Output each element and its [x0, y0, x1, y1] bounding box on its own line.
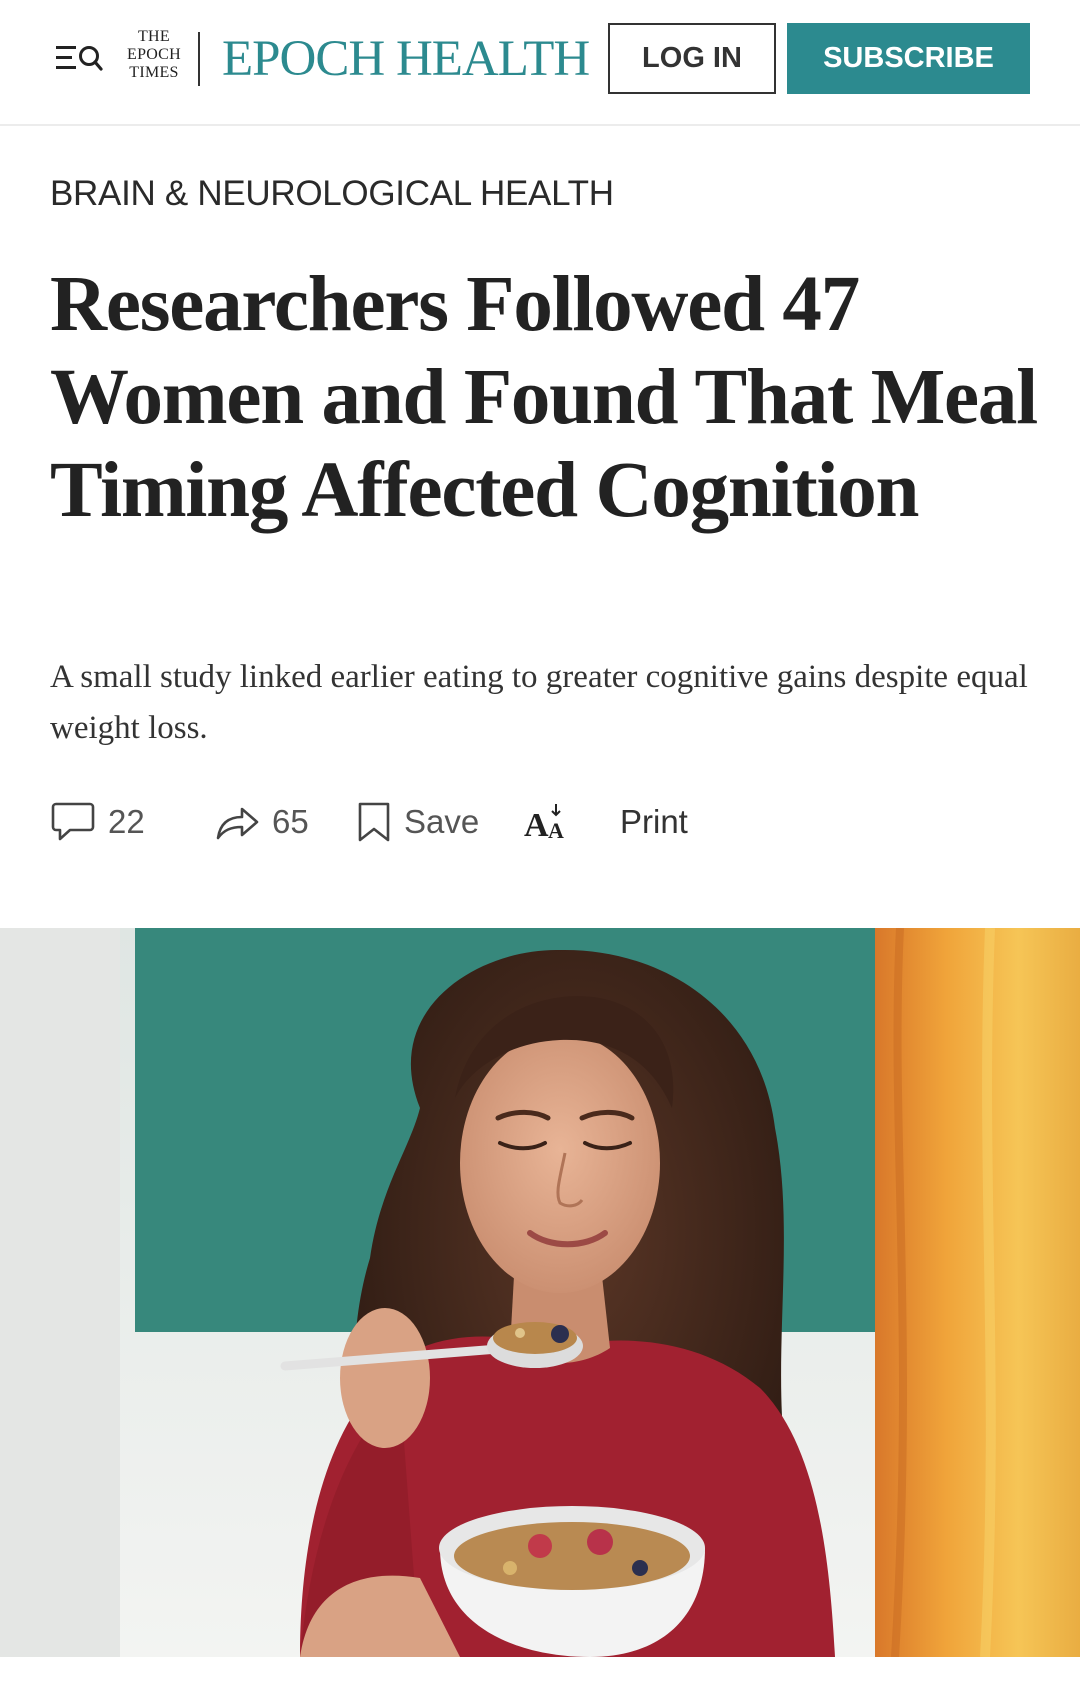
- save-label: Save: [404, 803, 480, 840]
- article-headline: Researchers Followed 47 Women and Found …: [50, 261, 1038, 534]
- article-subheadline: A small study linked earlier eating to g…: [50, 659, 1028, 746]
- font-size-icon: A A: [524, 804, 564, 844]
- menu-search-button[interactable]: [56, 40, 104, 76]
- hero-image: [0, 928, 1080, 1657]
- print-button[interactable]: Print: [620, 794, 688, 850]
- svg-text:A: A: [548, 818, 564, 843]
- masthead-line: TIMES: [129, 64, 179, 81]
- login-button[interactable]: LOG IN: [608, 23, 776, 94]
- site-header: THE EPOCH TIMES EPOCH HEALTH LOG IN SUBS…: [0, 0, 1080, 126]
- font-size-button[interactable]: A A: [524, 794, 570, 850]
- bookmark-icon: [358, 802, 390, 842]
- epoch-times-logo[interactable]: THE EPOCH TIMES: [118, 28, 190, 90]
- svg-text:A: A: [524, 807, 549, 844]
- share-icon: [216, 807, 259, 840]
- comment-icon: [51, 802, 95, 841]
- masthead-line: THE: [137, 28, 170, 45]
- masthead-line: EPOCH: [127, 46, 181, 63]
- save-button[interactable]: Save: [356, 794, 479, 850]
- photo-woman-eating-granola: [0, 928, 1080, 1657]
- logo-divider: [198, 32, 200, 86]
- epoch-health-logo[interactable]: EPOCH HEALTH: [222, 24, 590, 94]
- subscribe-button[interactable]: SUBSCRIBE: [787, 23, 1030, 94]
- article-category[interactable]: BRAIN & NEUROLOGICAL HEALTH: [50, 174, 614, 214]
- menu-search-icon: [56, 46, 103, 71]
- comment-count: 22: [108, 803, 145, 840]
- share-button[interactable]: 65: [214, 794, 309, 850]
- share-count: 65: [272, 803, 309, 840]
- comments-button[interactable]: 22: [50, 794, 145, 850]
- print-label: Print: [620, 803, 688, 840]
